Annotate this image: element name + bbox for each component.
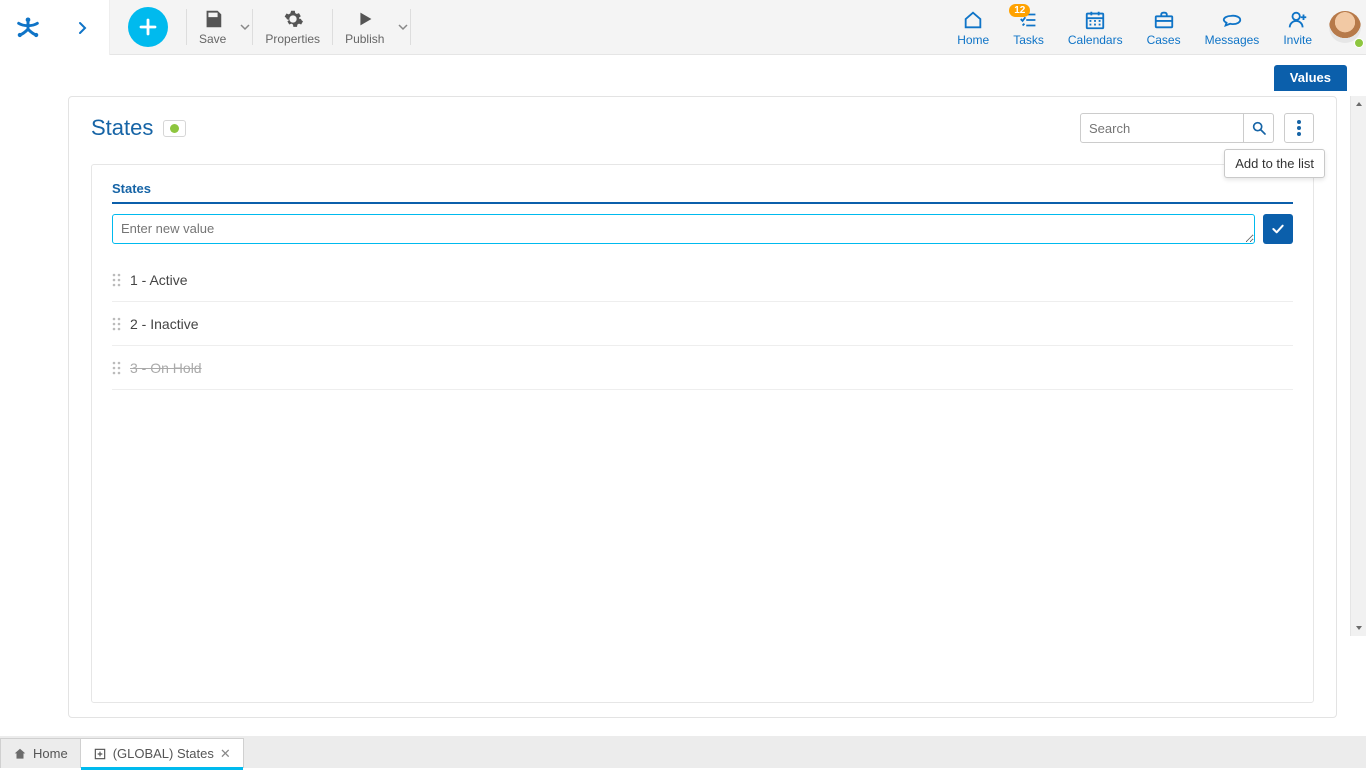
app-logo-icon	[14, 14, 42, 42]
play-icon	[354, 8, 376, 30]
status-chip[interactable]	[163, 120, 186, 137]
scroll-down-icon[interactable]	[1351, 620, 1366, 636]
drag-handle-icon[interactable]	[112, 273, 122, 287]
chevron-right-icon	[77, 21, 87, 35]
user-avatar[interactable]	[1324, 0, 1366, 54]
search-button[interactable]	[1244, 113, 1274, 143]
nav-messages[interactable]: Messages	[1193, 0, 1272, 54]
main-panel: States Add to the list States	[68, 96, 1337, 718]
save-label: Save	[199, 32, 226, 46]
footer-tab-home[interactable]: Home	[0, 738, 81, 768]
briefcase-icon	[1152, 8, 1176, 32]
scroll-up-icon[interactable]	[1351, 96, 1366, 112]
tasks-badge: 12	[1009, 4, 1030, 17]
publish-label: Publish	[345, 32, 384, 46]
sidebar-expand-button[interactable]	[55, 0, 110, 55]
search-input[interactable]	[1080, 113, 1244, 143]
list-item-label: 3 - On Hold	[130, 360, 202, 376]
gear-icon	[282, 8, 304, 30]
footer-open-label: (GLOBAL) States	[113, 746, 214, 761]
status-dot-icon	[170, 124, 179, 133]
section-label: States	[112, 181, 1293, 204]
home-icon	[961, 8, 985, 32]
home-icon	[13, 747, 27, 761]
confirm-add-button[interactable]	[1263, 214, 1293, 244]
footer-tabs: Home (GLOBAL) States ✕	[0, 736, 1366, 768]
nav-invite[interactable]: Invite	[1271, 0, 1324, 54]
save-button[interactable]: Save	[187, 0, 238, 54]
list-item-label: 1 - Active	[130, 272, 188, 288]
new-value-input[interactable]	[112, 214, 1255, 244]
values-list: 1 - Active 2 - Inactive 3 - On Hold	[112, 258, 1293, 390]
calendar-icon	[1083, 8, 1107, 32]
nav-calendars[interactable]: Calendars	[1056, 0, 1135, 54]
check-icon	[1270, 221, 1286, 237]
kebab-icon	[1297, 120, 1301, 136]
scrollbar[interactable]	[1350, 96, 1366, 636]
list-item[interactable]: 2 - Inactive	[112, 302, 1293, 346]
invite-icon	[1286, 8, 1310, 32]
chevron-down-icon	[240, 22, 250, 32]
floppy-icon	[202, 8, 224, 30]
definition-icon	[93, 747, 107, 761]
chat-icon	[1220, 8, 1244, 32]
presence-dot	[1354, 38, 1364, 48]
properties-label: Properties	[265, 32, 320, 46]
publish-dropdown[interactable]	[396, 0, 410, 54]
search-icon	[1251, 120, 1267, 136]
footer-home-label: Home	[33, 746, 68, 761]
add-tooltip: Add to the list	[1224, 149, 1325, 178]
plus-icon	[138, 17, 158, 37]
app-logo[interactable]	[0, 0, 55, 55]
panel-header: States	[69, 97, 1336, 149]
page-title: States	[91, 115, 153, 141]
footer-tab-open[interactable]: (GLOBAL) States ✕	[80, 738, 244, 768]
nav-home[interactable]: Home	[945, 0, 1001, 54]
properties-button[interactable]: Properties	[253, 0, 332, 54]
chevron-down-icon	[398, 22, 408, 32]
create-button[interactable]	[128, 7, 168, 47]
top-toolbar: Save Properties Publish Home 12 Tasks	[0, 0, 1366, 55]
nav-tasks[interactable]: 12 Tasks	[1001, 0, 1056, 54]
save-dropdown[interactable]	[238, 0, 252, 54]
list-item[interactable]: 1 - Active	[112, 258, 1293, 302]
list-item-label: 2 - Inactive	[130, 316, 198, 332]
page-shell: Values States	[0, 55, 1366, 736]
drag-handle-icon[interactable]	[112, 317, 122, 331]
publish-button[interactable]: Publish	[333, 0, 396, 54]
list-item[interactable]: 3 - On Hold	[112, 346, 1293, 390]
close-icon[interactable]: ✕	[220, 746, 231, 762]
new-value-row	[112, 214, 1293, 244]
values-card: Add to the list States 1 - Active2 - Ina…	[91, 164, 1314, 703]
drag-handle-icon[interactable]	[112, 361, 122, 375]
tab-values[interactable]: Values	[1274, 65, 1347, 91]
more-menu-button[interactable]	[1284, 113, 1314, 143]
nav-cases[interactable]: Cases	[1135, 0, 1193, 54]
